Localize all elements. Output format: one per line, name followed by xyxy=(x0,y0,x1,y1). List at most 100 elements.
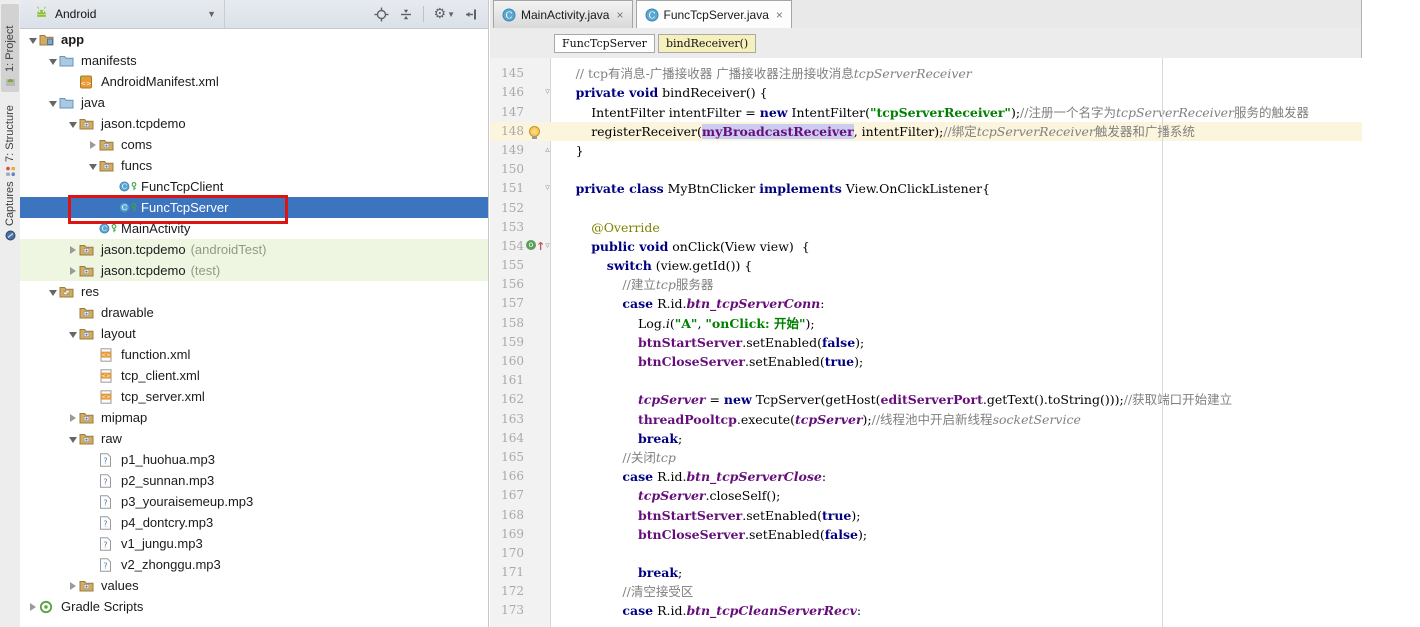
tree-item-v2-zhonggu-mp3[interactable]: ? v2_zhonggu.mp3 xyxy=(20,554,488,575)
code-line-157[interactable]: 157 case R.id.btn_tcpServerConn: xyxy=(490,294,1362,313)
chevron-expanded-icon[interactable] xyxy=(66,116,79,131)
code-line-154[interactable]: 154 o ↑ ▿ public void onClick(View view) { xyxy=(490,237,1362,256)
tree-item-p3-youraisemeup-mp3[interactable]: ? p3_youraisemeup.mp3 xyxy=(20,491,488,512)
chevron-expanded-icon[interactable] xyxy=(26,32,39,47)
tree-item-functcpclient[interactable]: C FuncTcpClient xyxy=(20,176,488,197)
package-icon xyxy=(79,264,99,277)
tree-item-drawable[interactable]: drawable xyxy=(20,302,488,323)
tree-item-jason-tcpdemo[interactable]: jason.tcpdemo (androidTest) xyxy=(20,239,488,260)
tree-item-mipmap[interactable]: mipmap xyxy=(20,407,488,428)
tree-item-coms[interactable]: coms xyxy=(20,134,488,155)
code-line-147[interactable]: 147 IntentFilter intentFilter = new Inten… xyxy=(490,103,1362,122)
code-line-164[interactable]: 164 break; xyxy=(490,429,1362,448)
chevron-expanded-icon[interactable] xyxy=(46,95,59,110)
tree-item-tcp-client-xml[interactable]: <> tcp_client.xml xyxy=(20,365,488,386)
tree-item-p4-dontcry-mp3[interactable]: ? p4_dontcry.mp3 xyxy=(20,512,488,533)
code-line-146[interactable]: 146 ▿ private void bindReceiver() { xyxy=(490,83,1362,102)
tree-item-function-xml[interactable]: <> function.xml xyxy=(20,344,488,365)
code-line-160[interactable]: 160 btnCloseServer.setEnabled(true); xyxy=(490,352,1362,371)
code-line-148[interactable]: 148 registerReceiver(myBroadcastReceiver,… xyxy=(490,121,1362,141)
close-icon[interactable]: × xyxy=(616,8,623,22)
code-line-173[interactable]: 173 case R.id.btn_tcpCleanServerRecv: xyxy=(490,601,1362,620)
tree-item-res[interactable]: res xyxy=(20,281,488,302)
code-line-172[interactable]: 172 //清空接受区 xyxy=(490,582,1362,601)
lightbulb-icon[interactable] xyxy=(529,125,540,139)
chevron-collapsed-icon[interactable] xyxy=(66,263,79,278)
code-line-145[interactable]: 145 // tcp有消息-广播接收器 广播接收器注册接收消息tcpServerR… xyxy=(490,64,1362,83)
chevron-expanded-icon[interactable] xyxy=(46,53,59,68)
tool-window-stripe: 1: Project 7: Structure Captures xyxy=(0,0,21,627)
fold-open-icon[interactable]: ▿ xyxy=(545,183,550,193)
stripe-tab-project[interactable]: 1: Project xyxy=(1,4,19,92)
code-line-155[interactable]: 155 switch (view.getId()) { xyxy=(490,256,1362,275)
code-line-158[interactable]: 158 Log.i("A", "onClick: 开始"); xyxy=(490,314,1362,333)
code-line-169[interactable]: 169 btnCloseServer.setEnabled(false); xyxy=(490,525,1362,544)
tree-item-funcs[interactable]: funcs xyxy=(20,155,488,176)
chevron-collapsed-icon[interactable] xyxy=(66,410,79,425)
code-line-150[interactable]: 150 xyxy=(490,160,1362,179)
chevron-collapsed-icon[interactable] xyxy=(66,242,79,257)
code-line-166[interactable]: 166 case R.id.btn_tcpServerClose: xyxy=(490,467,1362,486)
tree-item-app[interactable]: app xyxy=(20,29,488,50)
tree-item-java[interactable]: java xyxy=(20,92,488,113)
tree-item-layout[interactable]: layout xyxy=(20,323,488,344)
code-line-167[interactable]: 167 tcpServer.closeSelf(); xyxy=(490,486,1362,505)
stripe-tab-captures[interactable]: Captures xyxy=(1,174,19,246)
svg-text:<>: <> xyxy=(101,352,111,358)
collapse-all-icon[interactable] xyxy=(399,7,413,22)
hide-panel-icon[interactable] xyxy=(465,8,478,21)
tree-item-label: manifests xyxy=(81,53,137,68)
tree-item-gradle-scripts[interactable]: Gradle Scripts xyxy=(20,596,488,617)
code-line-168[interactable]: 168 btnStartServer.setEnabled(true); xyxy=(490,506,1362,525)
chevron-expanded-icon[interactable] xyxy=(46,284,59,299)
code-line-151[interactable]: 151 ▿ private class MyBtnClicker implement… xyxy=(490,179,1362,198)
project-view-selector[interactable]: Android ▼ xyxy=(20,0,225,28)
settings-gear-icon[interactable]: ⚙ ▼ xyxy=(434,6,455,22)
override-method-icon[interactable]: o xyxy=(526,239,536,250)
breadcrumb-bindreceiver-[interactable]: bindReceiver() xyxy=(657,33,757,53)
code-line-170[interactable]: 170 xyxy=(490,544,1362,563)
editor-tab-mainactivity-java[interactable]: C MainActivity.java × xyxy=(493,0,633,28)
tree-item-raw[interactable]: raw xyxy=(20,428,488,449)
close-icon[interactable]: × xyxy=(776,8,783,22)
chevron-collapsed-icon[interactable] xyxy=(86,137,99,152)
code-line-171[interactable]: 171 break; xyxy=(490,563,1362,582)
tree-item-p1-huohua-mp3[interactable]: ? p1_huohua.mp3 xyxy=(20,449,488,470)
code-line-165[interactable]: 165 //关闭tcp xyxy=(490,448,1362,467)
tree-item-mainactivity[interactable]: C MainActivity xyxy=(20,218,488,239)
tree-item-v1-jungu-mp3[interactable]: ? v1_jungu.mp3 xyxy=(20,533,488,554)
chevron-expanded-icon[interactable] xyxy=(66,431,79,446)
code-line-159[interactable]: 159 btnStartServer.setEnabled(false); xyxy=(490,333,1362,352)
editor-tab-functcpserver-java[interactable]: C FuncTcpServer.java × xyxy=(635,0,792,28)
code-line-152[interactable]: 152 xyxy=(490,199,1362,218)
locate-icon[interactable] xyxy=(374,7,389,22)
fold-open-icon[interactable]: ▿ xyxy=(545,87,550,97)
line-number: 163 xyxy=(501,411,524,426)
chevron-collapsed-icon[interactable] xyxy=(26,599,39,614)
breadcrumb-functcpserver[interactable]: FuncTcpServer xyxy=(554,33,655,53)
tree-item-manifests[interactable]: manifests xyxy=(20,50,488,71)
line-number: 154 xyxy=(501,238,524,253)
tree-item-jason-tcpdemo[interactable]: jason.tcpdemo (test) xyxy=(20,260,488,281)
project-tree[interactable]: app manifests <> AndroidManifest.xml java jas… xyxy=(20,29,488,627)
code-line-156[interactable]: 156 //建立tcp服务器 xyxy=(490,275,1362,294)
code-line-161[interactable]: 161 xyxy=(490,371,1362,390)
tree-item-p2-sunnan-mp3[interactable]: ? p2_sunnan.mp3 xyxy=(20,470,488,491)
fold-close-icon[interactable]: ▵ xyxy=(545,145,550,155)
code-line-149[interactable]: 149 ▵} xyxy=(490,141,1362,160)
code-line-162[interactable]: 162 tcpServer = new TcpServer(getHost(edi… xyxy=(490,390,1362,409)
tree-item-jason-tcpdemo[interactable]: jason.tcpdemo xyxy=(20,113,488,134)
tree-item-androidmanifest-xml[interactable]: <> AndroidManifest.xml xyxy=(20,71,488,92)
stripe-tab-structure[interactable]: 7: Structure xyxy=(1,96,19,182)
chevron-expanded-icon[interactable] xyxy=(86,158,99,173)
code-line-153[interactable]: 153 @Override xyxy=(490,218,1362,237)
svg-text:?: ? xyxy=(103,456,107,465)
chevron-collapsed-icon[interactable] xyxy=(66,578,79,593)
tree-item-values[interactable]: values xyxy=(20,575,488,596)
code-line-163[interactable]: 163 threadPooltcp.execute(tcpServer);//线程… xyxy=(490,410,1362,429)
fold-open-icon[interactable]: ▿ xyxy=(545,241,550,251)
tree-item-functcpserver[interactable]: C FuncTcpServer xyxy=(20,197,488,218)
tree-item-tcp-server-xml[interactable]: <> tcp_server.xml xyxy=(20,386,488,407)
code-editor[interactable]: 144145// tcp有消息-广播接收器 广播接收器注册接收消息tcpServ… xyxy=(490,58,1362,627)
chevron-expanded-icon[interactable] xyxy=(66,326,79,341)
